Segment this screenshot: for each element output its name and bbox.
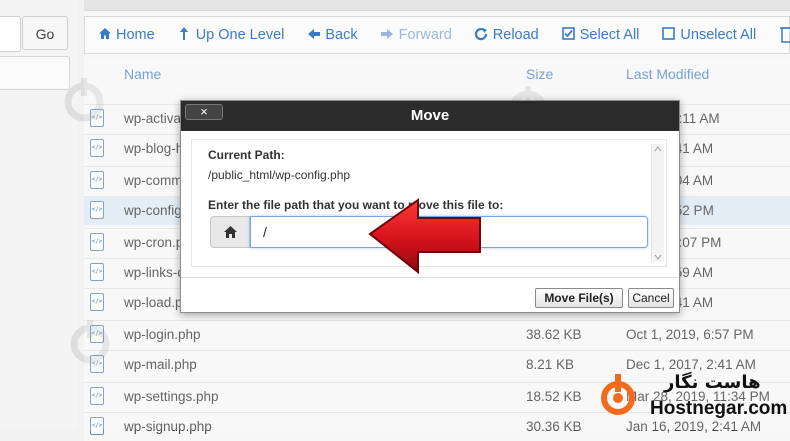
unselect-all-button[interactable]: Unselect All	[661, 27, 756, 43]
back-button[interactable]: Back	[306, 27, 358, 43]
red-arrow-icon	[368, 198, 481, 275]
search-input[interactable]	[0, 16, 21, 52]
home-icon	[97, 27, 112, 43]
toolbar: Home Up One Level Back Forward Reload Se…	[84, 16, 790, 54]
dialog-scrollbar[interactable]	[651, 144, 664, 262]
power-logo-icon	[601, 374, 635, 415]
forward-button[interactable]: Forward	[380, 27, 452, 43]
select-all-button[interactable]: Select All	[561, 27, 639, 43]
hostnegar-logo: هاست نگار Hostnegar.com	[598, 372, 787, 422]
current-path-label: Current Path:	[208, 148, 285, 162]
brand-text: Hostnegar.com	[650, 398, 788, 419]
reload-icon	[474, 27, 489, 44]
reload-button[interactable]: Reload	[474, 27, 539, 44]
brand-text-fa: هاست نگار	[664, 372, 761, 393]
trash-icon[interactable]	[779, 25, 790, 45]
dialog-title: Move	[181, 101, 679, 131]
home-button[interactable]: Home	[97, 27, 155, 43]
go-button[interactable]: Go	[22, 16, 68, 50]
back-arrow-icon	[306, 27, 321, 43]
top-strip	[84, 0, 790, 11]
scroll-down-icon	[654, 254, 662, 260]
checkbox-checked-icon	[561, 27, 576, 43]
close-button[interactable]: ×	[185, 104, 223, 120]
move-files-button[interactable]: Move File(s)	[535, 288, 623, 308]
forward-arrow-icon	[380, 27, 395, 43]
up-arrow-icon	[177, 26, 192, 44]
checkbox-empty-icon	[661, 27, 676, 43]
home-addon	[210, 216, 250, 248]
scroll-up-icon	[654, 146, 662, 152]
up-one-level-button[interactable]: Up One Level	[177, 26, 284, 44]
current-path-value: /public_html/wp-config.php	[208, 168, 351, 182]
cancel-button[interactable]: Cancel	[628, 288, 674, 308]
home-icon	[224, 226, 237, 238]
dialog-footer-divider	[181, 277, 679, 278]
